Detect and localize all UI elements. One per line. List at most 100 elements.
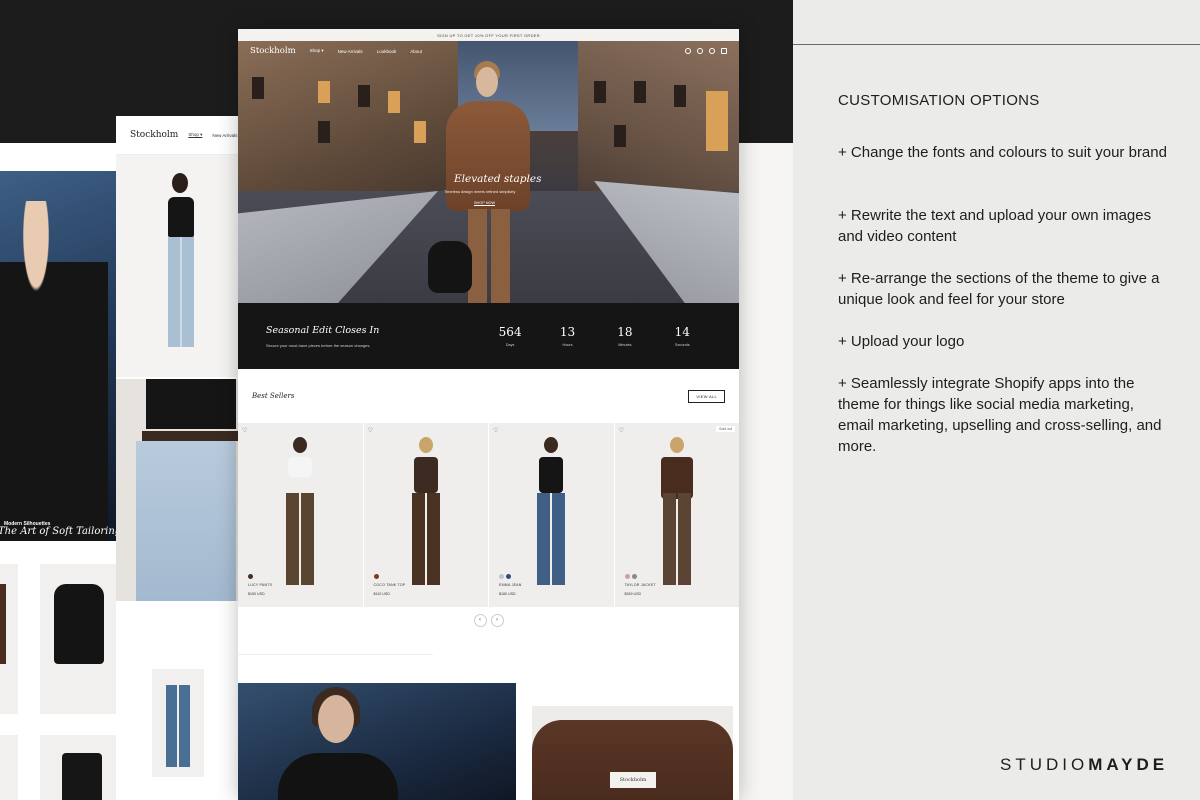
heart-icon[interactable]: ♡: [368, 427, 373, 434]
hero-banner: Stockholm Shop ▾ New Arrivals Lookbook A…: [238, 41, 739, 303]
product-name[interactable]: LUCY PANTS: [248, 583, 272, 587]
editorial-image: [238, 683, 516, 800]
color-swatch[interactable]: [499, 574, 504, 579]
product-image: [539, 457, 563, 493]
color-swatches: [499, 574, 511, 579]
main-mockup: SIGN UP TO GET 10% OFF YOUR FIRST ORDER: [238, 29, 739, 800]
heart-icon[interactable]: ♡: [493, 427, 498, 434]
view-all-button[interactable]: VIEW ALL: [688, 389, 725, 403]
option-item: + Upload your logo: [838, 333, 965, 350]
product-price: $349 USD: [624, 592, 642, 596]
nav-new-arrivals[interactable]: New Arrivals: [338, 49, 363, 54]
color-swatches: [248, 574, 253, 579]
countdown-label: Seconds: [674, 343, 690, 347]
product-tile[interactable]: [0, 735, 18, 800]
search-icon[interactable]: [685, 48, 691, 54]
shirt-label: Stockholm: [610, 772, 656, 788]
closeup-belt: [142, 431, 238, 441]
account-icon[interactable]: [697, 48, 703, 54]
product-tile[interactable]: [152, 669, 204, 777]
chevron-left-icon[interactable]: ‹: [473, 613, 487, 627]
product-name[interactable]: EMMA JEAN: [499, 583, 522, 587]
best-sellers-title: Best Sellers: [252, 392, 295, 400]
product-name[interactable]: COCO TANK TOP: [374, 583, 406, 587]
color-swatch[interactable]: [631, 574, 637, 579]
window: [388, 91, 400, 113]
hero-headline: Elevated staples: [454, 173, 542, 185]
product-image: [293, 437, 307, 453]
countdown-value: 18: [617, 325, 633, 339]
color-swatch[interactable]: [506, 574, 511, 579]
best-sellers-header: Best Sellers VIEW ALL: [238, 369, 739, 423]
announcement-text[interactable]: SIGN UP TO GET 10% OFF YOUR FIRST ORDER: [437, 33, 540, 38]
hero-cta-link[interactable]: SHOP NOW: [474, 201, 496, 206]
color-swatch[interactable]: [248, 574, 253, 579]
nav-lookbook[interactable]: Lookbook: [377, 49, 397, 54]
product-image: [662, 493, 691, 585]
main-nav: Stockholm Shop ▾ New Arrivals Lookbook A…: [238, 41, 739, 61]
product-image: [286, 493, 314, 585]
option-item: + Rewrite the text and upload your own i…: [838, 207, 1152, 245]
heart-icon[interactable]: ♡: [242, 427, 247, 434]
window: [634, 81, 646, 103]
option-item: + Change the fonts and colours to suit y…: [838, 144, 1167, 161]
mockup-stage: Modern Silhouettes The Art of Soft Tailo…: [0, 0, 793, 800]
product-tile[interactable]: [40, 564, 118, 714]
window: [358, 85, 370, 107]
color-swatch[interactable]: [624, 574, 630, 579]
nav-about[interactable]: About: [410, 49, 422, 54]
product-card[interactable]: ♡ Sold out TAYLOR JACKET $349 USD: [614, 423, 739, 607]
product-tile[interactable]: [40, 735, 118, 800]
product-name[interactable]: TAYLOR JACKET: [625, 583, 656, 587]
countdown-days: 564 Days: [481, 325, 538, 347]
product-card[interactable]: ♡ COCO TANK TOP $110 USD: [363, 423, 488, 607]
countdown-label: Days: [505, 343, 515, 347]
countdown-value: 564: [498, 325, 522, 339]
mid-nav-new-arrivals[interactable]: New Arrivals: [212, 133, 237, 138]
countdown-seconds: 14 Seconds: [654, 325, 711, 347]
product-price: $180 USD: [499, 592, 516, 596]
product-image: [544, 437, 558, 453]
brand-logo-bold: MAYDE: [1088, 755, 1169, 774]
cart-icon[interactable]: [721, 48, 727, 54]
wishlist-icon[interactable]: [709, 48, 715, 54]
model-bag: [428, 241, 472, 293]
window: [252, 77, 264, 99]
middle-mockup: Stockholm Shop ▾ New Arrivals: [116, 116, 240, 800]
model-image: [116, 155, 240, 377]
model-head: [172, 173, 188, 193]
mid-nav-shop[interactable]: Shop ▾: [188, 132, 202, 138]
product-image: [288, 457, 312, 477]
panel-heading: CUSTOMISATION OPTIONS: [838, 92, 1040, 109]
product-grid: ♡ LUCY PANTS $150 USD ♡ COCO TANK TOP $1…: [238, 423, 739, 607]
color-swatches: [373, 574, 379, 579]
nav-shop[interactable]: Shop ▾: [310, 48, 324, 54]
color-swatch[interactable]: [373, 574, 379, 579]
back-hero-title: The Art of Soft Tailoring: [0, 526, 118, 537]
option-item: + Seamlessly integrate Shopify apps into…: [838, 375, 1162, 455]
product-card[interactable]: ♡ LUCY PANTS $150 USD: [238, 423, 363, 607]
product-card[interactable]: ♡ EMMA JEAN $180 USD: [489, 423, 614, 607]
heart-icon[interactable]: ♡: [619, 427, 624, 434]
countdown-label: Hours: [562, 343, 573, 347]
mid-logo[interactable]: Stockholm: [130, 130, 178, 140]
model-figure: [0, 201, 108, 541]
window: [414, 121, 426, 143]
closeup-shirt: [146, 379, 236, 429]
product-image: [418, 437, 433, 453]
chevron-right-icon[interactable]: ›: [490, 613, 504, 627]
countdown-text: Seasonal Edit Closes In Secure your must…: [266, 325, 476, 348]
product-tile[interactable]: [0, 564, 18, 714]
countdown-section: Seasonal Edit Closes In Secure your must…: [238, 303, 739, 369]
back-hero-image: Modern Silhouettes The Art of Soft Tailo…: [0, 171, 118, 541]
window: [706, 91, 728, 151]
store-logo[interactable]: Stockholm: [250, 46, 296, 56]
product-price: $150 USD: [248, 592, 265, 596]
info-panel: CUSTOMISATION OPTIONS + Change the fonts…: [793, 0, 1200, 800]
countdown-hours: 13 Hours: [539, 325, 596, 347]
model-coat: [446, 101, 530, 211]
window: [318, 121, 330, 143]
countdown-value: 13: [559, 325, 576, 339]
countdown-minutes: 18 Minutes: [596, 325, 653, 347]
shirt-detail-image: Stockholm: [532, 706, 733, 800]
